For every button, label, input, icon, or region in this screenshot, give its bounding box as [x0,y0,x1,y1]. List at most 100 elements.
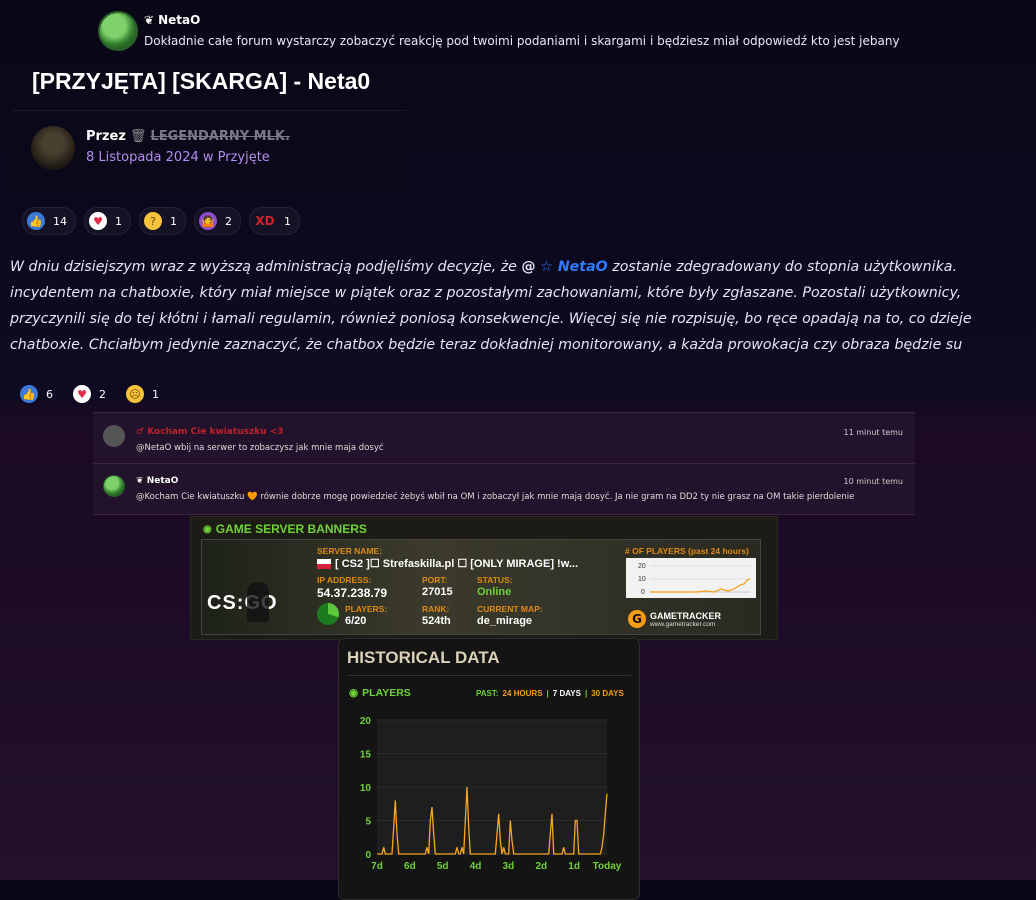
chat-author-label: NetaO [146,476,179,486]
status-label: STATUS: [477,575,513,585]
reaction-heart[interactable]: ♥ 2 [69,381,114,407]
ip-value: 54.37.238.79 [317,586,388,600]
chat-text: @Kocham Cie kwiatuszku 🧡 równie dobrze m… [136,492,855,502]
reaction-like[interactable]: 👍 6 [16,381,61,407]
reaction-xd[interactable]: XD 1 [249,207,300,235]
y-tick-label: 20 [360,716,372,727]
mini-tick: 10 [638,576,646,583]
x-tick-label: 6d [404,861,416,872]
chatbox: ♂ Kocham Cie kwiatuszku <3 11 minut temu… [93,412,915,515]
range-separator: | [584,689,588,698]
ip-label: IP ADDRESS: [317,575,372,585]
banner-section-title: GAME SERVER BANNERS [215,522,367,536]
post-body: W dniu dzisiejszym wraz z wyższą adminis… [10,254,1036,358]
post-line-3: przyczynili się do tej kłótni i łamali r… [10,311,972,327]
server-name-label: SERVER NAME: [317,546,383,556]
players-value: 6/20 [345,615,367,627]
x-tick-label: 5d [437,861,449,872]
server-name: [ CS2 ]☐ Strefaskilla.pl ☐ [ONLY MIRAGE]… [317,557,578,570]
x-tick-label: 4d [470,861,482,872]
range-30d[interactable]: 30 DAYS [591,689,624,698]
past-label: PAST: [476,689,499,698]
chat-avatar[interactable] [103,425,125,447]
y-tick-label: 5 [365,817,371,828]
author-card: Przez 🗑 LEGENDARNY MLK. 8 Listopada 2024… [12,116,407,192]
reaction-count: 6 [46,387,53,401]
status-value: Online [477,586,512,598]
rank-value: 524th [422,615,451,627]
reaction-count: 1 [284,214,291,228]
post-text: zostanie zdegradowany do stopnia użytkow… [607,259,958,275]
flag-pl-icon [317,558,331,569]
reaction-like[interactable]: 👍 14 [22,207,76,235]
shrug-icon: 🤷 [199,212,217,230]
gametracker-brand: GAMETRACKER [650,610,721,621]
mini-tick: 0 [641,589,645,596]
reaction-count: 1 [152,387,159,401]
map-label: CURRENT MAP: [477,604,543,614]
chat-time: 10 minut temu [843,477,903,486]
reaction-shrug[interactable]: 🤷 2 [194,207,241,235]
range-separator: | [546,689,549,698]
chat-avatar[interactable] [103,475,125,497]
chat-author[interactable]: ♂ Kocham Cie kwiatuszku <3 [136,427,284,437]
trash-icon: 🗑 [129,129,147,144]
post-line-4: chatboxie. Chciałbym jedynie zaznaczyć, … [10,337,963,353]
chat-message: ❦ NetaO 10 minut temu @Kocham Cie kwiatu… [93,463,915,515]
reaction-count: 2 [225,214,232,228]
players-history-chart: 20 15 10 5 07d 6d 5d 4d 3d 2d 1d Today [360,716,622,872]
players-pie-icon [317,603,339,625]
male-icon: ♂ [136,427,145,437]
players-label: PLAYERS: [345,604,388,614]
range-selector: PAST: 24 HOURS | 7 DAYS | 30 DAYS [476,689,624,698]
bullet-icon: ◉ [203,523,212,535]
author-name[interactable]: LEGENDARNY MLK. [150,129,290,144]
server-name-text: [ CS2 ]☐ Strefaskilla.pl ☐ [ONLY MIRAGE]… [335,558,579,570]
mini-tick: 20 [638,563,646,570]
staff-wings-icon: ❦ [144,13,155,27]
chat-time: 11 minut temu [843,428,903,437]
heart-icon: ♥ [73,385,91,403]
chat-author[interactable]: ❦ NetaO [136,476,178,486]
reaction-thinking[interactable]: ? 1 [139,207,186,235]
reaction-heart[interactable]: ♥ 1 [84,207,131,235]
historical-data-panel: HISTORICAL DATA ◉ PLAYERS PAST: 24 HOURS… [338,638,640,900]
heart-icon: ♥ [89,212,107,230]
reaction-sad[interactable]: ☹ 1 [122,381,167,407]
xd-icon: XD [255,214,275,228]
x-tick-label: 7d [371,861,383,872]
topic-date[interactable]: 8 Listopada 2024 w Przyjęte [86,150,270,165]
server-banner[interactable]: CS:GO SERVER NAME: [ CS2 ]☐ Strefaskilla… [201,539,761,635]
reaction-count: 1 [115,214,122,228]
x-tick-label: 2d [535,861,547,872]
server-banner-panel: ◉ GAME SERVER BANNERS CS:GO SERVER NAME:… [190,516,778,640]
reactions-post: 👍 6 ♥ 2 ☹ 1 [16,381,167,407]
y-tick-label: 15 [360,750,372,761]
port-value: 27015 [422,586,453,598]
range-7d[interactable]: 7 DAYS [553,689,581,698]
reaction-count: 14 [53,214,67,228]
commenter-avatar[interactable] [98,11,138,51]
players-header: ◉ PLAYERS [349,687,411,699]
reaction-count: 1 [170,214,177,228]
thinking-icon: ? [144,212,162,230]
map-value: de_mirage [477,615,533,627]
post-text: W dniu dzisiejszym wraz z wyższą adminis… [10,259,522,275]
post-line-1: W dniu dzisiejszym wraz z wyższą adminis… [10,254,1036,280]
historical-title: HISTORICAL DATA [347,648,500,667]
commenter-name[interactable]: ❦ NetaO [144,13,200,27]
staff-wings-icon: ❦ [136,476,144,486]
star-icon: ☆ [540,259,553,275]
chat-message: ♂ Kocham Cie kwiatuszku <3 11 minut temu… [93,413,915,464]
mention-name: NetaO [557,259,608,275]
like-icon: 👍 [27,212,45,230]
range-24h[interactable]: 24 HOURS [503,689,543,698]
title-divider [347,675,631,676]
title-divider [12,110,407,111]
x-tick-label: Today [593,861,622,872]
author-avatar[interactable] [31,126,75,170]
gametracker-g-icon: G [628,610,646,628]
mention-link[interactable]: ☆ NetaO [540,259,608,275]
like-icon: 👍 [20,385,38,403]
comment-text: Dokładnie całe forum wystarczy zobaczyć … [144,34,900,48]
